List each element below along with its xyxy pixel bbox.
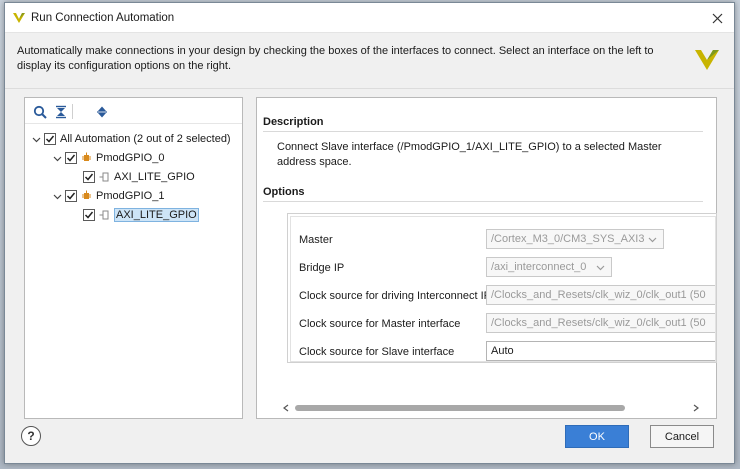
chevron-down-icon — [32, 137, 41, 142]
ip-block-icon — [81, 152, 92, 164]
chevron-down-icon — [596, 265, 605, 271]
tree-item-pmodgpio-0[interactable]: PmodGPIO_0 — [52, 149, 164, 167]
tree-item-label: PmodGPIO_0 — [96, 152, 165, 164]
cancel-button[interactable]: Cancel — [650, 425, 714, 448]
vivado-logo-icon — [13, 13, 25, 23]
collapse-all-button[interactable] — [52, 103, 70, 121]
tree-item-pmodgpio-1[interactable]: PmodGPIO_1 — [52, 187, 164, 205]
chevron-right-icon — [693, 404, 699, 412]
master-value: /Cortex_M3_0/CM3_SYS_AXI3 — [491, 233, 645, 245]
master-clock-field[interactable]: /Clocks_and_Resets/clk_wiz_0/clk_out1 (5… — [486, 313, 715, 333]
interface-icon — [99, 171, 110, 183]
scroll-right-button[interactable] — [691, 402, 701, 414]
expand-all-icon — [97, 106, 107, 118]
checkmark-icon — [66, 154, 76, 162]
chevron-down-icon — [648, 237, 657, 243]
interface-icon — [99, 209, 110, 221]
chevron-down-icon — [53, 194, 62, 199]
checkmark-icon — [66, 192, 76, 200]
close-button[interactable] — [706, 7, 728, 29]
interconnect-clock-field[interactable]: /Clocks_and_Resets/clk_wiz_0/clk_out1 (5… — [486, 285, 715, 305]
close-icon — [712, 13, 722, 23]
window-title: Run Connection Automation — [31, 12, 175, 24]
automation-tree-panel: All Automation (2 out of 2 selected) Pmo… — [24, 97, 243, 419]
option-label-master-clock: Clock source for Master interface — [299, 318, 461, 330]
tree-item-axi-lite-gpio-1[interactable]: AXI_LITE_GPIO — [83, 206, 199, 224]
description-heading: Description — [263, 116, 324, 128]
slave-clock-field[interactable]: Auto — [486, 341, 715, 361]
title-bar: Run Connection Automation — [5, 3, 734, 33]
tree-item-axi-lite-gpio-0[interactable]: AXI_LITE_GPIO — [83, 168, 195, 186]
options-box: Master /Cortex_M3_0/CM3_SYS_AXI3 Bridge … — [287, 213, 717, 363]
master-select[interactable]: /Cortex_M3_0/CM3_SYS_AXI3 — [486, 229, 664, 249]
expand-toggle[interactable] — [52, 191, 63, 202]
chevron-down-icon — [53, 156, 62, 161]
toolbar-separator — [72, 104, 73, 119]
bridge-ip-select[interactable]: /axi_interconnect_0 — [486, 257, 612, 277]
option-label-slave-clock: Clock source for Slave interface — [299, 346, 455, 358]
tree-item-label: All Automation (2 out of 2 selected) — [60, 133, 231, 145]
scroll-thumb[interactable] — [295, 405, 625, 411]
chevron-left-icon — [283, 404, 289, 412]
tree-item-label: AXI_LITE_GPIO — [114, 208, 199, 222]
description-text: Connect Slave interface (/PmodGPIO_1/AXI… — [277, 141, 662, 168]
configuration-panel: Description Connect Slave interface (/Pm… — [256, 97, 717, 419]
expand-toggle[interactable] — [52, 153, 63, 164]
checkbox[interactable] — [65, 152, 77, 164]
options-grid: Master /Cortex_M3_0/CM3_SYS_AXI3 Bridge … — [290, 216, 716, 362]
brand-logo-icon — [695, 50, 719, 70]
checkbox[interactable] — [83, 171, 95, 183]
master-clock-value: /Clocks_and_Resets/clk_wiz_0/clk_out1 (5… — [491, 317, 706, 329]
expand-all-button[interactable] — [93, 103, 111, 121]
checkbox[interactable] — [44, 133, 56, 145]
section-divider — [263, 201, 703, 202]
search-button[interactable] — [31, 103, 49, 121]
option-label-interconnect-clock: Clock source for driving Interconnect IP — [299, 290, 491, 302]
checkbox[interactable] — [83, 209, 95, 221]
tree-item-all-automation[interactable]: All Automation (2 out of 2 selected) — [31, 130, 231, 148]
checkmark-icon — [45, 135, 55, 143]
slave-clock-value: Auto — [491, 345, 514, 357]
option-label-bridge-ip: Bridge IP — [299, 262, 345, 274]
run-connection-automation-dialog: Run Connection Automation Automatically … — [4, 2, 735, 464]
intro-text: Automatically make connections in your d… — [17, 45, 654, 72]
tree-item-label: PmodGPIO_1 — [96, 190, 165, 202]
section-divider — [263, 131, 703, 132]
bridge-ip-value: /axi_interconnect_0 — [491, 261, 587, 273]
checkmark-icon — [84, 173, 94, 181]
checkmark-icon — [84, 211, 94, 219]
header-divider — [5, 88, 734, 89]
option-label-master: Master — [299, 234, 333, 246]
collapse-all-icon — [56, 105, 66, 119]
scroll-left-button[interactable] — [281, 402, 291, 414]
help-button[interactable]: ? — [21, 426, 41, 446]
horizontal-scrollbar[interactable] — [281, 401, 703, 415]
ip-block-icon — [81, 190, 92, 202]
interconnect-clock-value: /Clocks_and_Resets/clk_wiz_0/clk_out1 (5… — [491, 289, 706, 301]
options-heading: Options — [263, 186, 305, 198]
search-icon — [33, 105, 47, 119]
ok-button[interactable]: OK — [565, 425, 629, 448]
tree-item-label: AXI_LITE_GPIO — [114, 171, 195, 183]
expand-toggle[interactable] — [31, 134, 42, 145]
checkbox[interactable] — [65, 190, 77, 202]
tree-toolbar — [25, 98, 242, 124]
